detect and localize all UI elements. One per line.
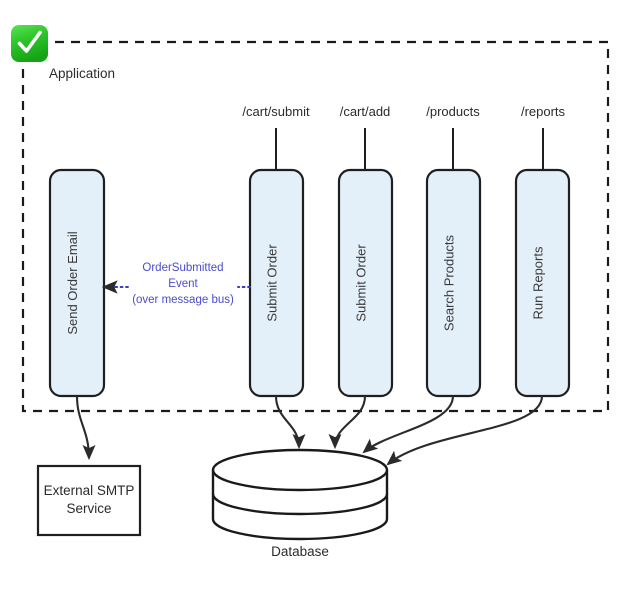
endpoint-label-reports: /reports [521,104,566,119]
service-label-search-products: Search Products [442,234,457,331]
external-smtp-node[interactable]: External SMTP Service [36,464,142,537]
service-box-submit-order-2[interactable]: Submit Order [337,168,394,398]
endpoint-label-products: /products [426,104,480,119]
database-node[interactable]: Database [211,448,389,559]
service-label-submit-order-2: Submit Order [354,244,369,322]
green-check-badge [11,25,48,62]
service-box-search-products[interactable]: Search Products [425,168,482,398]
external-smtp-label-line1: External SMTP [44,483,135,498]
connector-submit2-to-db [328,395,367,450]
service-label-submit-order-1: Submit Order [265,244,280,322]
service-label-send-order-email: Send Order Email [65,231,80,334]
service-box-submit-order-1[interactable]: Submit Order [248,168,305,398]
endpoint-label-cart-submit: /cart/submit [242,104,310,119]
service-box-send-order-email[interactable]: Send Order Email [48,168,106,398]
event-label-line3: (over message bus) [132,294,234,306]
service-label-run-reports: Run Reports [531,246,546,319]
event-label-line2: Event [168,278,198,290]
boundary-label: Application [49,66,115,81]
connector-search-to-db [362,395,455,454]
endpoint-label-cart-add: /cart/add [340,104,391,119]
connector-email-to-smtp [75,395,96,461]
external-smtp-label-line2: Service [66,501,111,516]
service-box-run-reports[interactable]: Run Reports [514,168,571,398]
architecture-diagram: Application /cart/submit /cart/add /prod… [0,0,630,593]
database-label: Database [271,544,329,559]
connector-submit1-to-db [274,395,306,450]
event-label-line1: OrderSubmitted [142,262,223,274]
